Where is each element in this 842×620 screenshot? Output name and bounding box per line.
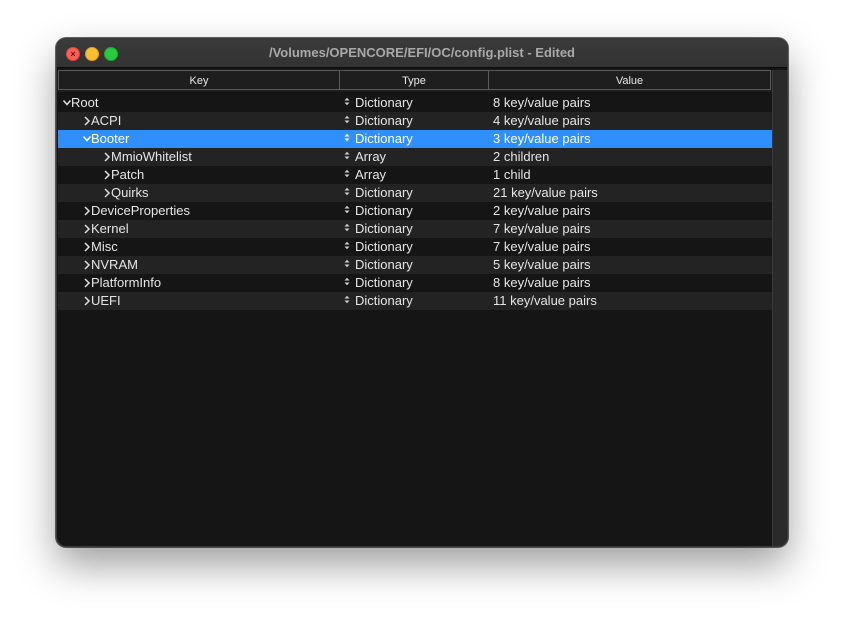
- row-value[interactable]: 3 key/value pairs: [493, 130, 591, 148]
- row-type-label: Array: [355, 167, 387, 182]
- up-down-arrows-icon: [344, 133, 351, 145]
- row-type-popup[interactable]: Dictionary: [344, 220, 413, 238]
- outline-row[interactable]: Misc Dictionary 7 key/value pairs: [58, 238, 772, 256]
- row-key[interactable]: DeviceProperties: [91, 202, 190, 220]
- up-down-arrows-icon: [344, 259, 351, 271]
- column-header-type[interactable]: Type: [339, 70, 489, 90]
- up-down-arrows-icon: [344, 295, 351, 307]
- row-value[interactable]: 11 key/value pairs: [493, 292, 597, 310]
- row-type-label: Dictionary: [355, 131, 413, 146]
- row-value[interactable]: 4 key/value pairs: [493, 112, 591, 130]
- outline-row[interactable]: ACPI Dictionary 4 key/value pairs: [58, 112, 772, 130]
- row-type-label: Dictionary: [355, 113, 413, 128]
- outline-row[interactable]: NVRAM Dictionary 5 key/value pairs: [58, 256, 772, 274]
- vertical-scrollbar[interactable]: [772, 70, 787, 546]
- outline-row[interactable]: Booter Dictionary 3 key/value pairs: [58, 130, 772, 148]
- row-type-popup[interactable]: Array: [344, 148, 386, 166]
- up-down-arrows-icon: [344, 97, 351, 109]
- up-down-arrows-icon: [344, 169, 351, 181]
- plist-editor-window: × /Volumes/OPENCORE/EFI/OC/config.plist …: [56, 38, 788, 547]
- row-key[interactable]: ACPI: [91, 112, 121, 130]
- row-type-popup[interactable]: Dictionary: [344, 256, 413, 274]
- row-key[interactable]: MmioWhitelist: [111, 148, 192, 166]
- row-type-label: Dictionary: [355, 239, 413, 254]
- row-type-popup[interactable]: Dictionary: [344, 130, 413, 148]
- outline-row[interactable]: PlatformInfo Dictionary 8 key/value pairs: [58, 274, 772, 292]
- row-type-label: Dictionary: [355, 293, 413, 308]
- column-header-key[interactable]: Key: [58, 70, 340, 90]
- row-key[interactable]: Patch: [111, 166, 144, 184]
- title-bar[interactable]: × /Volumes/OPENCORE/EFI/OC/config.plist …: [57, 39, 787, 68]
- outline-row[interactable]: Patch Array 1 child: [58, 166, 772, 184]
- row-type-popup[interactable]: Dictionary: [344, 202, 413, 220]
- outline-row[interactable]: Root Dictionary 8 key/value pairs: [58, 94, 772, 112]
- row-value[interactable]: 7 key/value pairs: [493, 220, 591, 238]
- row-type-label: Dictionary: [355, 257, 413, 272]
- outline-row[interactable]: Quirks Dictionary 21 key/value pairs: [58, 184, 772, 202]
- up-down-arrows-icon: [344, 277, 351, 289]
- row-value[interactable]: 7 key/value pairs: [493, 238, 591, 256]
- row-type-popup[interactable]: Array: [344, 166, 386, 184]
- up-down-arrows-icon: [344, 115, 351, 127]
- row-value[interactable]: 8 key/value pairs: [493, 274, 591, 292]
- row-type-label: Dictionary: [355, 95, 413, 110]
- outline-view: Root Dictionary 8 key/value pairs ACPI Dicti…: [58, 94, 772, 310]
- row-value[interactable]: 21 key/value pairs: [493, 184, 598, 202]
- row-value[interactable]: 2 key/value pairs: [493, 202, 591, 220]
- row-key[interactable]: Root: [71, 94, 98, 112]
- window-title: /Volumes/OPENCORE/EFI/OC/config.plist - …: [268, 45, 575, 60]
- row-type-popup[interactable]: Dictionary: [344, 292, 413, 310]
- row-type-label: Dictionary: [355, 203, 413, 218]
- row-value[interactable]: 2 children: [493, 148, 549, 166]
- row-key[interactable]: NVRAM: [91, 256, 138, 274]
- column-header-bar: Key Type Value: [57, 70, 772, 92]
- row-value[interactable]: 8 key/value pairs: [493, 94, 591, 112]
- outline-row[interactable]: MmioWhitelist Array 2 children: [58, 148, 772, 166]
- row-type-label: Dictionary: [355, 185, 413, 200]
- row-type-popup[interactable]: Dictionary: [344, 274, 413, 292]
- row-key[interactable]: UEFI: [91, 292, 121, 310]
- row-type-label: Dictionary: [355, 221, 413, 236]
- up-down-arrows-icon: [344, 187, 351, 199]
- row-key[interactable]: Misc: [91, 238, 118, 256]
- up-down-arrows-icon: [344, 151, 351, 163]
- outline-row[interactable]: UEFI Dictionary 11 key/value pairs: [58, 292, 772, 310]
- row-type-popup[interactable]: Dictionary: [344, 184, 413, 202]
- up-down-arrows-icon: [344, 241, 351, 253]
- row-key[interactable]: Booter: [91, 130, 129, 148]
- row-value[interactable]: 5 key/value pairs: [493, 256, 591, 274]
- row-type-popup[interactable]: Dictionary: [344, 94, 413, 112]
- outline-row[interactable]: DeviceProperties Dictionary 2 key/value pa…: [58, 202, 772, 220]
- row-type-label: Dictionary: [355, 275, 413, 290]
- row-type-label: Array: [355, 149, 387, 164]
- up-down-arrows-icon: [344, 205, 351, 217]
- row-key[interactable]: Kernel: [91, 220, 129, 238]
- row-key[interactable]: PlatformInfo: [91, 274, 161, 292]
- up-down-arrows-icon: [344, 223, 351, 235]
- outline-row[interactable]: Kernel Dictionary 7 key/value pairs: [58, 220, 772, 238]
- row-type-popup[interactable]: Dictionary: [344, 112, 413, 130]
- row-key[interactable]: Quirks: [111, 184, 149, 202]
- row-value[interactable]: 1 child: [493, 166, 531, 184]
- row-type-popup[interactable]: Dictionary: [344, 238, 413, 256]
- column-header-value[interactable]: Value: [488, 70, 771, 90]
